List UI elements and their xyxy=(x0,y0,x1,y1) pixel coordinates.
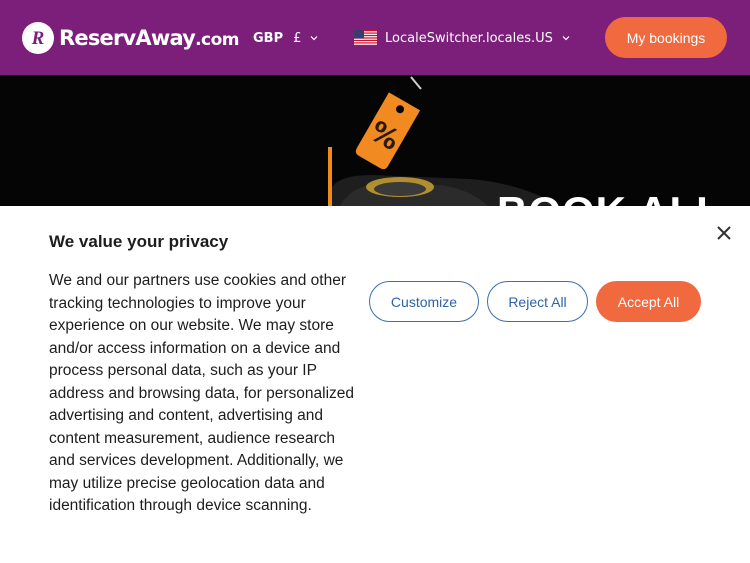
svg-text:R: R xyxy=(31,28,45,49)
site-header: R ReservAway.com GBP £ LocaleSwitcher.lo… xyxy=(0,0,750,75)
reject-all-button[interactable]: Reject All xyxy=(487,281,588,322)
logo-mark-icon: R xyxy=(22,22,54,54)
logo-suffix: .com xyxy=(195,30,240,50)
accept-all-button[interactable]: Accept All xyxy=(596,281,701,322)
consent-title: We value your privacy xyxy=(49,232,229,251)
currency-code: GBP xyxy=(253,30,284,46)
currency-selector[interactable]: GBP £ xyxy=(253,28,319,48)
us-flag-icon xyxy=(354,30,377,46)
logo-text: ReservAway.com xyxy=(59,26,240,50)
chevron-down-icon xyxy=(310,36,318,41)
hero-headline: BOOK ALL xyxy=(497,188,723,206)
close-icon xyxy=(717,226,731,240)
logo-brand: ReservAway xyxy=(59,26,196,50)
hero-banner: % BOOK ALL xyxy=(0,75,750,206)
cookie-consent-dialog: We value your privacy We and our partner… xyxy=(0,206,750,563)
customize-button[interactable]: Customize xyxy=(369,281,479,322)
locale-label: LocaleSwitcher.locales.US xyxy=(385,30,553,46)
consent-body-text: We and our partners use cookies and othe… xyxy=(49,272,355,514)
locale-selector[interactable]: LocaleSwitcher.locales.US xyxy=(354,27,571,49)
site-logo[interactable]: R ReservAway.com xyxy=(22,21,240,55)
close-button[interactable] xyxy=(713,222,735,244)
chevron-down-icon xyxy=(562,36,570,41)
currency-symbol: £ xyxy=(293,30,302,46)
discount-tag-icon: % xyxy=(355,76,422,170)
my-bookings-button[interactable]: My bookings xyxy=(605,17,727,58)
